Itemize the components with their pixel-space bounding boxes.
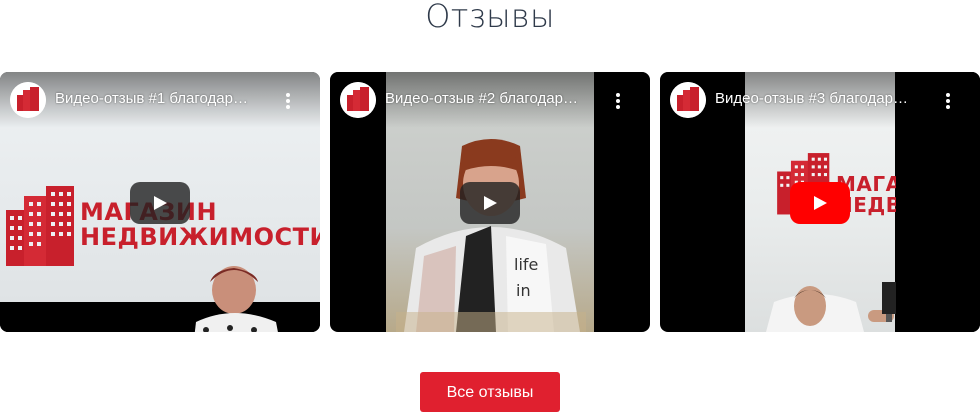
brand-sign-line-2: НЕДВИЖИМОСТИ: [80, 223, 320, 252]
video-card-1[interactable]: МАГАЗИН НЕДВИЖИМОСТИ: [0, 72, 320, 332]
shirt-print: life: [514, 255, 538, 274]
video-title[interactable]: Видео-отзыв #1 благодар…: [55, 90, 275, 107]
video-card-2[interactable]: life in Видео-отзыв #2 благодар…: [330, 72, 650, 332]
monitor: [882, 282, 896, 322]
all-reviews-button[interactable]: Все отзывы: [420, 372, 560, 412]
section-title: Отзывы: [425, 0, 555, 35]
more-vert-icon[interactable]: [612, 92, 624, 110]
channel-logo-icon[interactable]: [340, 82, 376, 118]
play-icon[interactable]: [130, 182, 190, 224]
video-title[interactable]: Видео-отзыв #3 благодар…: [715, 90, 935, 107]
reviewer-woman: [194, 266, 278, 332]
svg-text:in: in: [516, 281, 531, 300]
brand-sign: МАГАЗИН НЕДВИЖИМОСТИ: [80, 199, 320, 252]
more-vert-icon[interactable]: [282, 92, 294, 110]
reviewer-woman: life in: [396, 139, 586, 332]
reviewer-head: [794, 286, 826, 326]
brand-sign-line-1: МАГАЗИН: [80, 199, 320, 225]
video-title[interactable]: Видео-отзыв #2 благодар…: [385, 90, 605, 107]
more-vert-icon[interactable]: [942, 92, 954, 110]
video-card-3[interactable]: МАГАЗИН НЕДВИ В: [660, 72, 980, 332]
play-icon[interactable]: [460, 182, 520, 224]
reviews-section: Отзывы НЕДВИЖИМОСТИ Видео-отзыв #1 благо…: [0, 0, 980, 412]
channel-logo-icon[interactable]: [670, 82, 706, 118]
brand-buildings-icon: [6, 186, 74, 266]
play-icon[interactable]: [790, 182, 850, 224]
channel-logo-icon[interactable]: [10, 82, 46, 118]
